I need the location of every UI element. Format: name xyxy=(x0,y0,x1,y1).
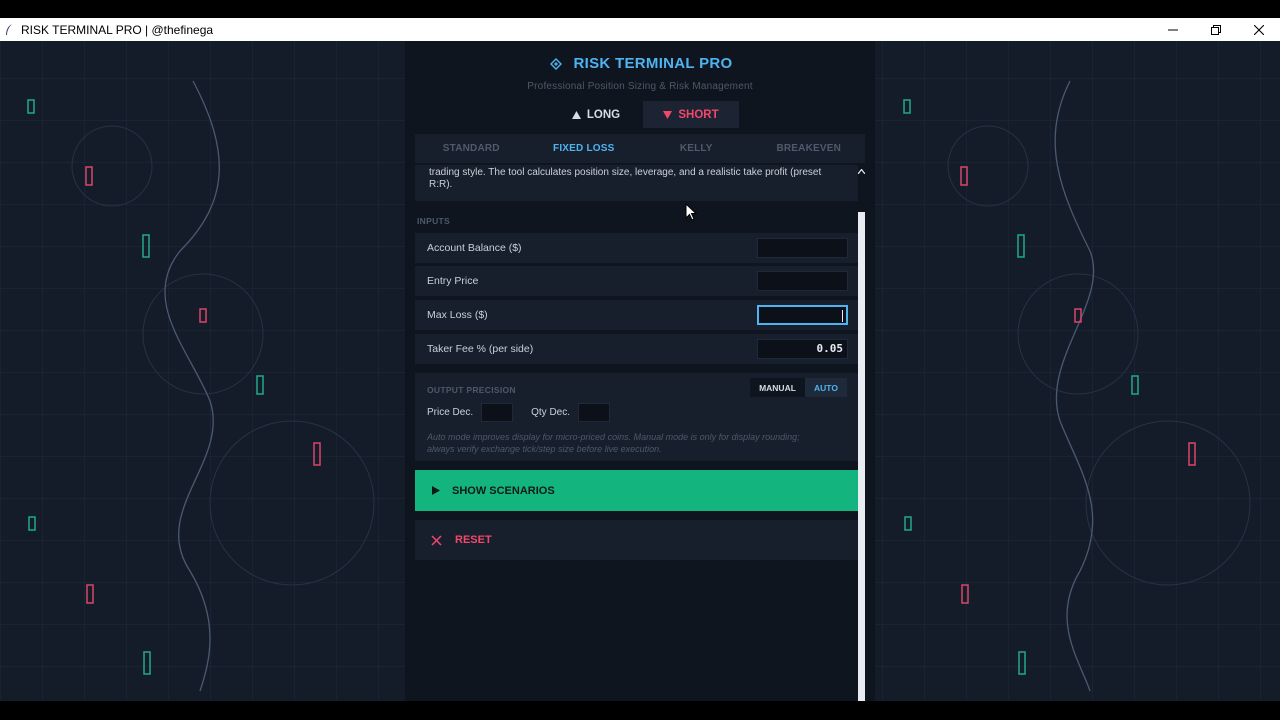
top-black-bar xyxy=(0,0,1280,18)
entry-price-row: Entry Price xyxy=(415,266,858,296)
bottom-black-bar xyxy=(0,701,1280,720)
taker-fee-row: Taker Fee % (per side) 0.05 xyxy=(415,334,858,364)
precision-mode-toggle: MANUAL AUTO xyxy=(750,378,847,397)
scroll-content: trading style. The tool calculates posit… xyxy=(415,165,858,701)
scroll-up-arrow[interactable] xyxy=(858,167,865,176)
chevron-up-icon xyxy=(858,169,865,174)
tab-standard[interactable]: STANDARD xyxy=(415,134,528,163)
reset-label: RESET xyxy=(455,534,492,546)
long-label: LONG xyxy=(586,108,621,121)
decimals-row: Price Dec. Qty Dec. xyxy=(427,403,628,422)
minimize-button[interactable] xyxy=(1151,18,1194,41)
app-title: RISK TERMINAL PRO xyxy=(573,55,733,72)
auto-button[interactable]: AUTO xyxy=(805,378,847,397)
feather-app-icon xyxy=(6,23,12,35)
output-precision-label: OUTPUT PRECISION xyxy=(427,385,516,395)
manual-button[interactable]: MANUAL xyxy=(750,378,805,397)
minimize-icon xyxy=(1167,29,1178,30)
output-precision-card: OUTPUT PRECISION MANUAL AUTO Price Dec. … xyxy=(415,373,858,461)
long-button[interactable]: LONG xyxy=(548,101,644,128)
short-label: SHORT xyxy=(678,108,719,121)
tab-breakeven[interactable]: BREAKEVEN xyxy=(753,134,866,163)
triangle-up-icon xyxy=(571,110,581,119)
maximize-button[interactable] xyxy=(1194,18,1237,41)
max-loss-label: Max Loss ($) xyxy=(427,309,488,321)
reset-button[interactable]: RESET xyxy=(415,520,858,560)
inputs-section-label: INPUTS xyxy=(417,216,450,226)
diamond-icon xyxy=(548,56,564,72)
main-panel: RISK TERMINAL PRO Professional Position … xyxy=(405,41,875,701)
taker-fee-label: Taker Fee % (per side) xyxy=(427,343,534,355)
app-subtitle: Professional Position Sizing & Risk Mana… xyxy=(527,81,753,92)
price-dec-label: Price Dec. xyxy=(427,407,474,418)
mode-description: trading style. The tool calculates posit… xyxy=(415,165,858,201)
account-balance-input[interactable] xyxy=(757,238,848,258)
vertical-scrollbar[interactable] xyxy=(858,165,865,701)
precision-note: Auto mode improves display for micro-pri… xyxy=(427,432,800,454)
window-title: RISK TERMINAL PRO | @thefinega xyxy=(21,22,214,37)
taker-fee-input[interactable]: 0.05 xyxy=(757,339,848,359)
max-loss-input[interactable] xyxy=(757,305,848,325)
play-triangle-icon xyxy=(432,486,440,495)
restore-icon xyxy=(1210,24,1221,35)
mouse-cursor-icon xyxy=(685,203,697,221)
qty-dec-label: Qty Dec. xyxy=(531,407,571,418)
entry-price-input[interactable] xyxy=(757,271,848,291)
account-balance-label: Account Balance ($) xyxy=(427,242,522,254)
short-button[interactable]: SHORT xyxy=(643,101,739,128)
qty-dec-input[interactable] xyxy=(578,403,611,422)
account-balance-row: Account Balance ($) xyxy=(415,233,858,263)
entry-price-label: Entry Price xyxy=(427,275,479,287)
x-icon xyxy=(431,534,442,546)
show-scenarios-label: SHOW SCENARIOS xyxy=(452,484,555,497)
tab-kelly[interactable]: KELLY xyxy=(640,134,753,163)
max-loss-row: Max Loss ($) xyxy=(415,300,858,330)
price-dec-input[interactable] xyxy=(481,403,514,422)
triangle-down-icon xyxy=(663,110,673,119)
tab-fixed-loss[interactable]: FIXED LOSS xyxy=(528,134,641,163)
window-titlebar: RISK TERMINAL PRO | @thefinega xyxy=(0,18,1280,41)
mode-tabs: STANDARD FIXED LOSS KELLY BREAKEVEN xyxy=(415,134,865,163)
app-header: RISK TERMINAL PRO xyxy=(405,55,875,72)
close-button[interactable] xyxy=(1237,18,1280,41)
scrollbar-thumb[interactable] xyxy=(858,212,865,701)
close-icon xyxy=(1253,24,1264,35)
show-scenarios-button[interactable]: SHOW SCENARIOS xyxy=(415,470,858,511)
